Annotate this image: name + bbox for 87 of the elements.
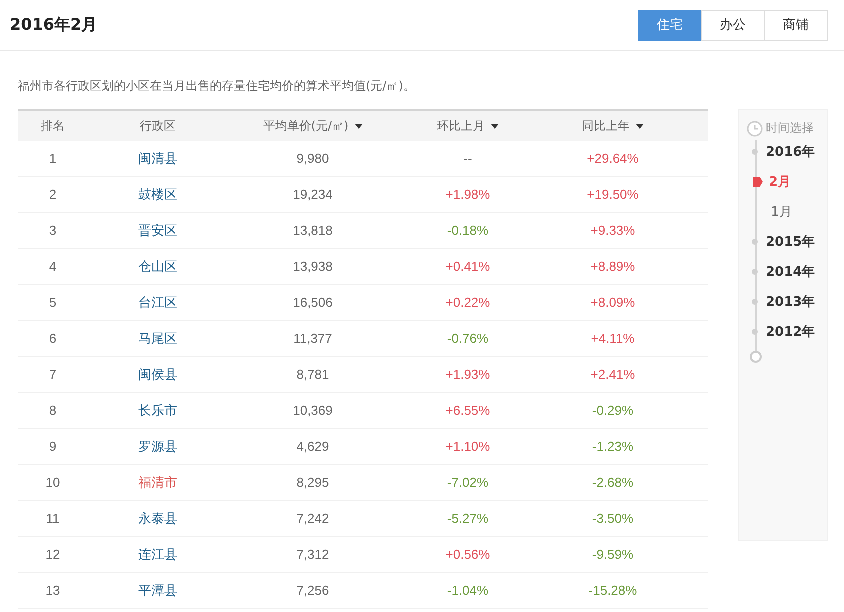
- year-change-cell: -3.50%: [592, 511, 634, 526]
- price-cell: 16,506: [293, 295, 333, 310]
- category-tab[interactable]: 商铺: [764, 10, 828, 40]
- month-change-cell: +0.22%: [446, 295, 490, 310]
- month-item[interactable]: 2月: [769, 173, 792, 191]
- month-change-cell: --: [464, 151, 472, 166]
- district-link[interactable]: 福清市: [138, 474, 178, 490]
- year-change-cell: +8.09%: [590, 295, 636, 310]
- year-item[interactable]: 2016年: [766, 143, 816, 161]
- month-change-cell: +0.41%: [446, 259, 490, 274]
- month-change-cell: -0.18%: [447, 223, 489, 238]
- rank-cell: 6: [49, 331, 57, 346]
- district-link[interactable]: 马尾区: [138, 330, 178, 346]
- district-link[interactable]: 闽清县: [138, 150, 178, 166]
- year-change-cell: -0.29%: [592, 403, 634, 418]
- sort-caret-icon[interactable]: [491, 124, 499, 128]
- rank-cell: 3: [49, 223, 57, 238]
- price-cell: 8,781: [296, 367, 330, 382]
- year-item[interactable]: 2014年: [766, 263, 816, 281]
- rank-cell: 5: [49, 295, 57, 310]
- year-change-cell: -15.28%: [588, 583, 638, 598]
- rank-cell: 13: [46, 583, 60, 598]
- page-title: 2016年2月: [10, 14, 98, 36]
- year-change-cell: +29.64%: [587, 151, 639, 166]
- rank-cell: 4: [49, 259, 57, 274]
- price-cell: 7,256: [296, 583, 330, 598]
- month-change-cell: +1.93%: [446, 367, 490, 382]
- rank-cell: 12: [46, 547, 60, 562]
- rank-cell: 7: [49, 367, 57, 382]
- month-change-cell: +1.98%: [446, 187, 490, 202]
- category-tab[interactable]: 办公: [701, 10, 765, 40]
- district-link[interactable]: 连江县: [138, 546, 178, 562]
- district-link[interactable]: 仓山区: [138, 258, 178, 274]
- price-cell: 8,295: [296, 475, 330, 490]
- sort-caret-icon[interactable]: [636, 124, 644, 128]
- rank-cell: 11: [46, 511, 60, 526]
- rank-cell: 2: [49, 187, 57, 202]
- year-change-cell: +2.41%: [590, 367, 636, 382]
- year-change-cell: +8.89%: [590, 259, 636, 274]
- district-link[interactable]: 长乐市: [138, 402, 178, 418]
- year-item[interactable]: 2015年: [766, 233, 816, 251]
- rank-cell: 8: [49, 403, 57, 418]
- price-cell: 13,938: [293, 259, 333, 274]
- month-change-cell: -0.76%: [447, 331, 489, 346]
- rank-cell: 1: [49, 151, 57, 166]
- district-link[interactable]: 晋安区: [138, 222, 178, 238]
- price-cell: 13,818: [293, 223, 333, 238]
- sort-caret-icon[interactable]: [354, 124, 363, 128]
- price-cell: 4,629: [296, 439, 330, 454]
- column-header: 排名: [41, 118, 65, 134]
- column-header: 行政区: [140, 118, 176, 134]
- price-cell: 9,980: [296, 151, 330, 166]
- marker-flag-icon: [753, 177, 763, 187]
- district-link[interactable]: 平潭县: [138, 582, 178, 598]
- year-change-cell: +19.50%: [587, 187, 639, 202]
- column-header[interactable]: 同比上年: [582, 118, 644, 134]
- district-link[interactable]: 罗源县: [138, 438, 178, 454]
- year-change-cell: -9.59%: [592, 547, 634, 562]
- timeline-title: 时间选择: [766, 120, 814, 137]
- month-change-cell: -7.02%: [447, 475, 489, 490]
- district-link[interactable]: 永泰县: [138, 510, 178, 526]
- price-cell: 7,242: [296, 511, 330, 526]
- month-change-cell: +0.56%: [446, 547, 490, 562]
- month-item[interactable]: 1月: [771, 203, 792, 221]
- column-header[interactable]: 平均单价(元/㎡): [263, 118, 363, 134]
- month-change-cell: +1.10%: [446, 439, 490, 454]
- year-change-cell: +9.33%: [590, 223, 636, 238]
- clock-icon: [747, 120, 763, 136]
- year-change-cell: -1.23%: [592, 439, 634, 454]
- year-change-cell: +4.11%: [591, 331, 635, 346]
- price-cell: 19,234: [293, 187, 333, 202]
- district-link[interactable]: 鼓楼区: [138, 186, 178, 202]
- description-text: 福州市各行政区划的小区在当月出售的存量住宅均价的算术平均值(元/㎡)。: [17, 78, 416, 95]
- month-change-cell: -1.04%: [447, 583, 489, 598]
- year-change-cell: -2.68%: [592, 475, 634, 490]
- column-header[interactable]: 环比上月: [437, 118, 499, 134]
- rank-cell: 10: [46, 475, 60, 490]
- price-cell: 11,377: [294, 331, 332, 346]
- district-link[interactable]: 台江区: [138, 294, 178, 310]
- year-item[interactable]: 2013年: [766, 293, 816, 311]
- price-cell: 10,369: [293, 403, 333, 418]
- rank-cell: 9: [49, 439, 57, 454]
- price-cell: 7,312: [296, 547, 330, 562]
- year-item[interactable]: 2012年: [766, 323, 816, 341]
- district-link[interactable]: 闽侯县: [138, 366, 178, 382]
- month-change-cell: +6.55%: [446, 403, 490, 418]
- month-change-cell: -5.27%: [447, 511, 489, 526]
